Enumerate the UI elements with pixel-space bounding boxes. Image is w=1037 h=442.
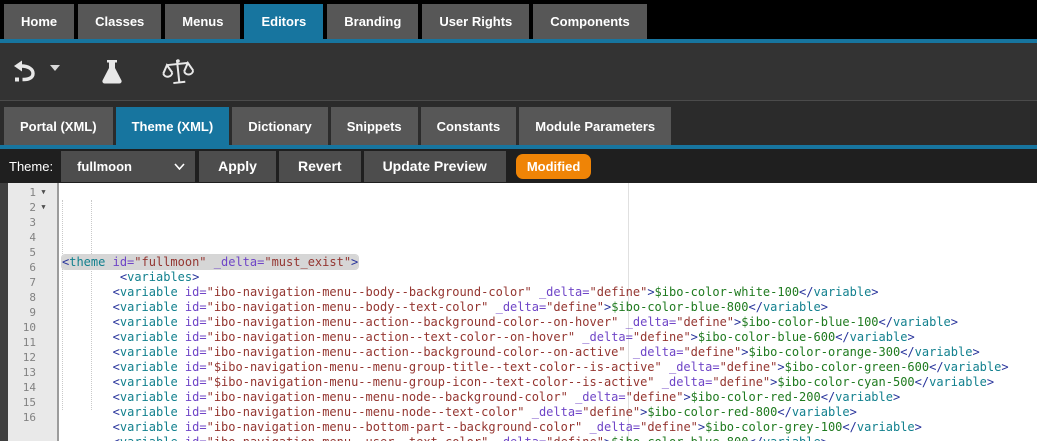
editor-tab-bar: Portal (XML)Theme (XML)DictionarySnippet…	[0, 101, 1037, 145]
line-number: 4	[0, 231, 36, 244]
code-line[interactable]: <variable id="$ibo-navigation-menu--menu…	[62, 375, 1037, 390]
chevron-down-icon	[174, 163, 185, 170]
line-number: 1	[0, 186, 36, 199]
apply-button[interactable]: Apply	[199, 151, 276, 182]
code-line[interactable]: <variable id="ibo-navigation-menu--body-…	[62, 300, 1037, 315]
code-line[interactable]: <variable id="ibo-navigation-menu--user-…	[62, 435, 1037, 441]
undo-button[interactable]	[8, 50, 42, 94]
line-number: 2	[0, 201, 36, 214]
tab-user-rights[interactable]: User Rights	[422, 4, 529, 39]
line-number: 16	[0, 411, 36, 424]
line-number-gutter: 1▼2▼345678910111213141516	[0, 183, 59, 441]
gutter-line: 8	[0, 290, 57, 305]
line-number: 9	[0, 306, 36, 319]
tab-portal-xml[interactable]: Portal (XML)	[4, 107, 113, 145]
code-line[interactable]: <variable id="$ibo-navigation-menu--menu…	[62, 360, 1037, 375]
flask-icon	[97, 57, 127, 87]
line-number: 11	[0, 336, 36, 349]
code-line[interactable]: <variable id="ibo-navigation-menu--menu-…	[62, 390, 1037, 405]
code-area[interactable]: <theme id="fullmoon" _delta="must_exist"…	[59, 183, 1037, 441]
gutter-line: 16	[0, 410, 57, 425]
application-window: HomeClassesMenusEditorsBrandingUser Righ…	[0, 0, 1037, 442]
scales-icon	[161, 56, 195, 88]
line-number: 13	[0, 366, 36, 379]
gutter-line: 7	[0, 275, 57, 290]
gutter-line: 1▼	[0, 185, 57, 200]
line-number: 6	[0, 261, 36, 274]
gutter-line: 13	[0, 365, 57, 380]
theme-bar: Theme: fullmoon Apply Revert Update Prev…	[0, 149, 1037, 183]
code-line[interactable]: <variable id="ibo-navigation-menu--menu-…	[62, 405, 1037, 420]
gutter-line: 9	[0, 305, 57, 320]
gutter-line: 12	[0, 350, 57, 365]
code-line[interactable]: <variable id="ibo-navigation-menu--botto…	[62, 420, 1037, 435]
gutter-line: 15	[0, 395, 57, 410]
tab-home[interactable]: Home	[4, 4, 74, 39]
line-number: 7	[0, 276, 36, 289]
line-number: 14	[0, 381, 36, 394]
line-number: 3	[0, 216, 36, 229]
gutter-line: 11	[0, 335, 57, 350]
tab-menus[interactable]: Menus	[165, 4, 240, 39]
compare-button[interactable]	[156, 50, 200, 94]
undo-icon	[11, 58, 39, 86]
code-line[interactable]: <variable id="ibo-navigation-menu--body-…	[62, 285, 1037, 300]
tab-module-parameters[interactable]: Module Parameters	[519, 107, 671, 145]
tab-constants[interactable]: Constants	[421, 107, 517, 145]
line-number: 15	[0, 396, 36, 409]
line-number: 12	[0, 351, 36, 364]
theme-select[interactable]: fullmoon	[61, 151, 195, 182]
code-line[interactable]: <variable id="ibo-navigation-menu--actio…	[62, 315, 1037, 330]
line-number: 8	[0, 291, 36, 304]
gutter-line: 3	[0, 215, 57, 230]
tab-dictionary[interactable]: Dictionary	[232, 107, 328, 145]
theme-select-value: fullmoon	[77, 159, 132, 174]
matching-tag-highlight: <theme id="fullmoon" _delta="must_exist"…	[62, 255, 358, 269]
gutter-line: 4	[0, 230, 57, 245]
toolbar	[0, 43, 1037, 101]
gutter-line: 6	[0, 260, 57, 275]
tab-components[interactable]: Components	[533, 4, 646, 39]
xml-code-editor[interactable]: 1▼2▼345678910111213141516 <theme id="ful…	[0, 183, 1037, 441]
gutter-line: 2▼	[0, 200, 57, 215]
tab-theme-xml[interactable]: Theme (XML)	[116, 107, 230, 145]
line-number: 10	[0, 321, 36, 334]
undo-dropdown-caret-icon[interactable]	[50, 65, 60, 71]
fold-collapse-icon[interactable]: ▼	[36, 185, 51, 200]
revert-button[interactable]: Revert	[279, 151, 361, 182]
theme-label: Theme:	[9, 159, 53, 174]
code-line[interactable]: <variable id="ibo-navigation-menu--actio…	[62, 330, 1037, 345]
code-line[interactable]: <theme id="fullmoon" _delta="must_exist"…	[62, 255, 1037, 270]
tab-classes[interactable]: Classes	[78, 4, 161, 39]
update-preview-button[interactable]: Update Preview	[364, 151, 506, 182]
gutter-line: 14	[0, 380, 57, 395]
gutter-line: 10	[0, 320, 57, 335]
line-number: 5	[0, 246, 36, 259]
tab-branding[interactable]: Branding	[327, 4, 418, 39]
code-line[interactable]: <variable id="ibo-navigation-menu--actio…	[62, 345, 1037, 360]
top-tab-bar: HomeClassesMenusEditorsBrandingUser Righ…	[0, 0, 1037, 39]
tab-snippets[interactable]: Snippets	[331, 107, 418, 145]
code-line[interactable]: <variables>	[62, 270, 1037, 285]
gutter-line: 5	[0, 245, 57, 260]
modified-status-badge: Modified	[516, 154, 591, 179]
test-button[interactable]	[92, 50, 132, 94]
tab-editors[interactable]: Editors	[244, 4, 323, 39]
fold-collapse-icon[interactable]: ▼	[36, 200, 51, 215]
